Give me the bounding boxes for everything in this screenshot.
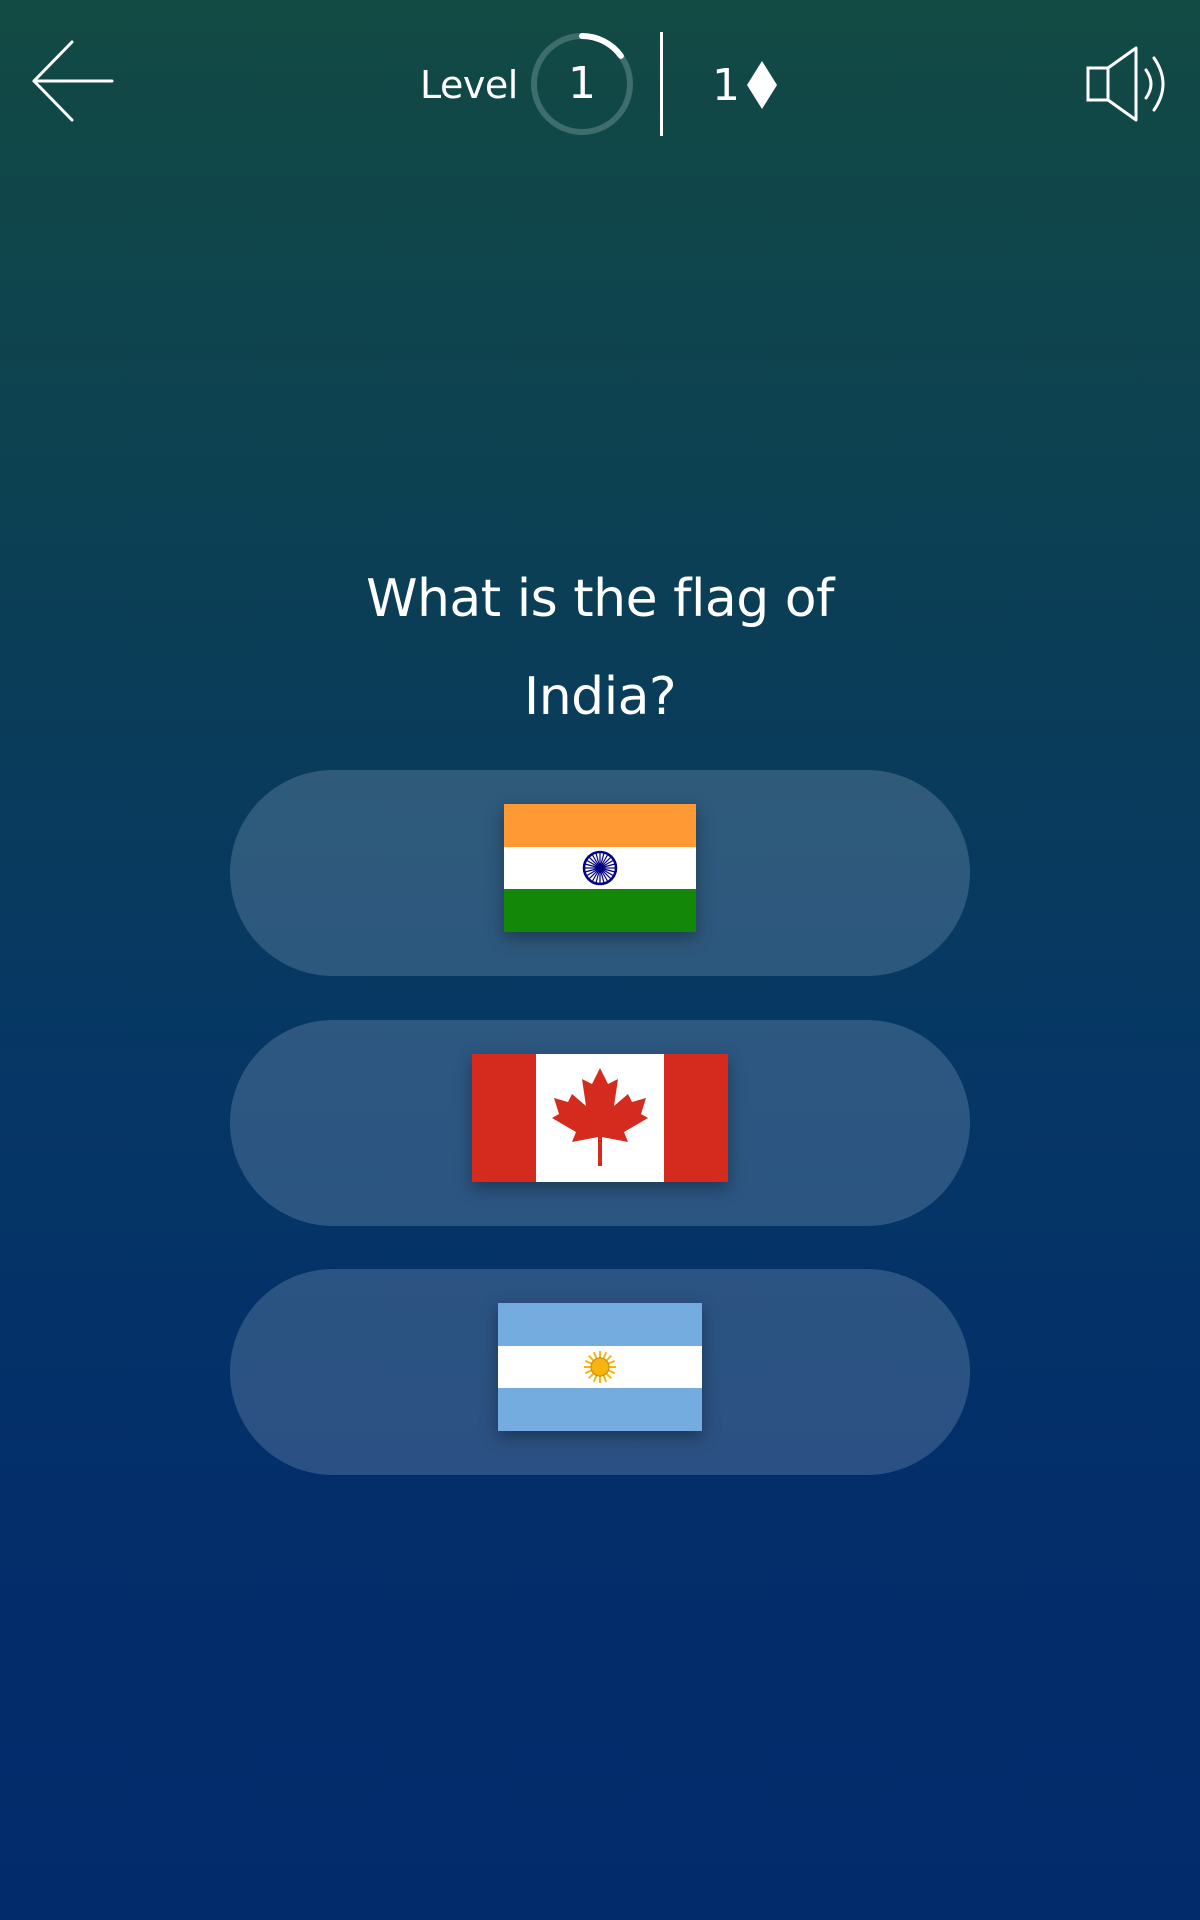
- answer-option-canada[interactable]: [230, 1020, 970, 1226]
- canada-flag-icon: [472, 1054, 728, 1182]
- level-number: 1: [568, 58, 596, 109]
- india-flag-icon: [504, 804, 696, 932]
- speaker-icon[interactable]: [1084, 44, 1172, 124]
- answer-option-argentina[interactable]: [230, 1269, 970, 1475]
- header-divider: [660, 32, 663, 136]
- diamond-icon: [746, 60, 778, 110]
- level-label: Level: [420, 63, 518, 107]
- level-progress-ring: 1: [528, 30, 636, 138]
- question-line-1: What is the flag of: [366, 569, 834, 629]
- question-line-2: India?: [523, 667, 677, 727]
- argentina-flag-icon: [498, 1303, 702, 1431]
- top-bar: Level 1 1: [0, 0, 1200, 170]
- answer-option-india[interactable]: [230, 770, 970, 976]
- back-arrow-icon[interactable]: [28, 38, 114, 124]
- question-text: What is the flag of India?: [200, 550, 1000, 746]
- gem-count: 1: [712, 60, 740, 111]
